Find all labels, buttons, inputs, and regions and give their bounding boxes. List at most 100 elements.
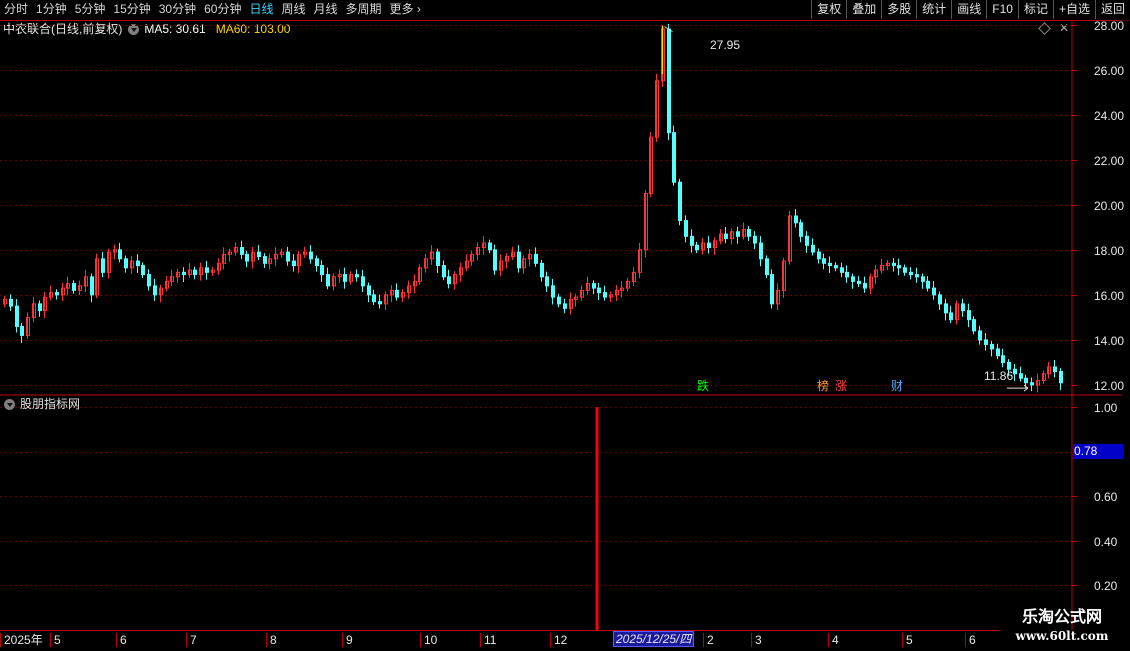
marker-zhang[interactable]: 涨: [834, 379, 848, 393]
candle-body: [1059, 370, 1063, 384]
candle-body: [892, 262, 896, 267]
candle-body: [990, 343, 994, 350]
marker-cai[interactable]: 财: [890, 379, 904, 393]
candle-body: [765, 258, 769, 276]
candle-body: [799, 222, 803, 237]
candle-body: [378, 301, 382, 305]
candle-body: [794, 215, 798, 224]
candle-body: [118, 249, 122, 260]
candle-body: [834, 265, 838, 269]
date-label: 5: [50, 633, 61, 647]
date-label: 4: [828, 633, 839, 647]
candle-body: [961, 303, 965, 312]
candle-body: [147, 274, 151, 287]
date-label: 12: [550, 633, 567, 647]
candle-body: [563, 303, 567, 309]
price-tick-label: 16.00: [1094, 288, 1125, 303]
candle-body: [15, 305, 19, 327]
date-axis: 2025年 5 6 7 8 9 10 11 12 2 3 4 5 6: [0, 630, 1000, 651]
candle-body: [845, 271, 849, 278]
candle-body: [1001, 355, 1005, 363]
indicator-tick-label: 0.60: [1094, 489, 1118, 504]
candle-body: [897, 265, 901, 269]
candle-body: [124, 258, 128, 269]
candle-body: [182, 271, 186, 276]
candle-body: [996, 348, 1000, 357]
date-label: 2: [703, 633, 714, 647]
candle-body: [320, 265, 324, 276]
date-label: 11: [480, 633, 496, 647]
candle-body: [978, 330, 982, 341]
candle-body: [55, 292, 59, 296]
candle-body: [517, 251, 521, 269]
indicator-tick-label: 0.20: [1094, 578, 1118, 593]
candle-body: [926, 280, 930, 289]
candle-body: [442, 265, 446, 278]
candle-body: [436, 251, 440, 267]
low-arrow: [1007, 384, 1029, 392]
candle-body: [309, 251, 313, 260]
candle-body: [851, 276, 855, 282]
price-tick-label: 20.00: [1094, 198, 1125, 213]
indicator-bar: [595, 407, 599, 630]
date-label: 10: [420, 633, 437, 647]
price-tick-label: 14.00: [1094, 333, 1125, 348]
candle-body: [921, 276, 925, 282]
candle-body: [361, 276, 365, 287]
candle-body: [193, 269, 197, 276]
candle-body: [736, 231, 740, 237]
candle-body: [695, 244, 699, 251]
candle-body: [828, 262, 832, 267]
candle-body: [540, 262, 544, 278]
date-label: 5: [902, 633, 913, 647]
candle-body: [822, 258, 826, 264]
date-cursor-label: 2025/12/25/四: [613, 631, 695, 647]
indicator-dropdown-icon[interactable]: [4, 398, 15, 410]
candle-body: [672, 132, 676, 183]
candle-body: [938, 294, 942, 305]
candle-body: [909, 271, 913, 276]
candle-body: [493, 249, 497, 271]
candle-body: [597, 287, 601, 294]
candle-body: [1013, 368, 1017, 375]
candle-body: [551, 285, 555, 298]
candle-body: [557, 296, 561, 305]
high-price-label: 27.95: [710, 38, 741, 52]
candle-body: [984, 339, 988, 345]
candle-body: [326, 274, 330, 287]
candle-body: [72, 283, 76, 291]
marker-bang[interactable]: 榜: [816, 379, 830, 393]
candle-body: [805, 235, 809, 246]
candle-body: [690, 235, 694, 246]
candle-body: [395, 289, 399, 298]
candle-body: [292, 260, 296, 267]
candle-body: [747, 229, 751, 237]
candle-body: [153, 285, 157, 296]
candle-body: [1019, 373, 1023, 379]
candle-body: [286, 251, 290, 262]
candle-body: [863, 283, 867, 289]
candle-body: [205, 267, 209, 273]
marker-die[interactable]: 跌: [696, 379, 710, 393]
candle-body: [840, 267, 844, 273]
candle-body: [141, 265, 145, 276]
candle-body: [20, 325, 24, 336]
candle-body: [257, 251, 261, 258]
candle-body: [245, 253, 249, 262]
candle-body: [1024, 377, 1028, 384]
candle-body: [753, 235, 757, 244]
price-tick-label: 12.00: [1094, 378, 1125, 393]
watermark-url: www.60lt.com: [1015, 629, 1109, 643]
price-tick-label: 22.00: [1094, 153, 1125, 168]
kline-chart[interactable]: [0, 0, 1130, 650]
candle-body: [770, 274, 774, 305]
candle-body: [972, 319, 976, 332]
date-label: 2025年: [0, 633, 43, 647]
candle-body: [136, 260, 140, 267]
date-label: 7: [186, 633, 197, 647]
candle-body: [263, 256, 267, 264]
current-value-box: 0.78: [1073, 444, 1124, 459]
date-label: 3: [751, 633, 762, 647]
candle-body: [488, 242, 492, 251]
watermark-title: 乐淘公式网: [1021, 609, 1102, 626]
